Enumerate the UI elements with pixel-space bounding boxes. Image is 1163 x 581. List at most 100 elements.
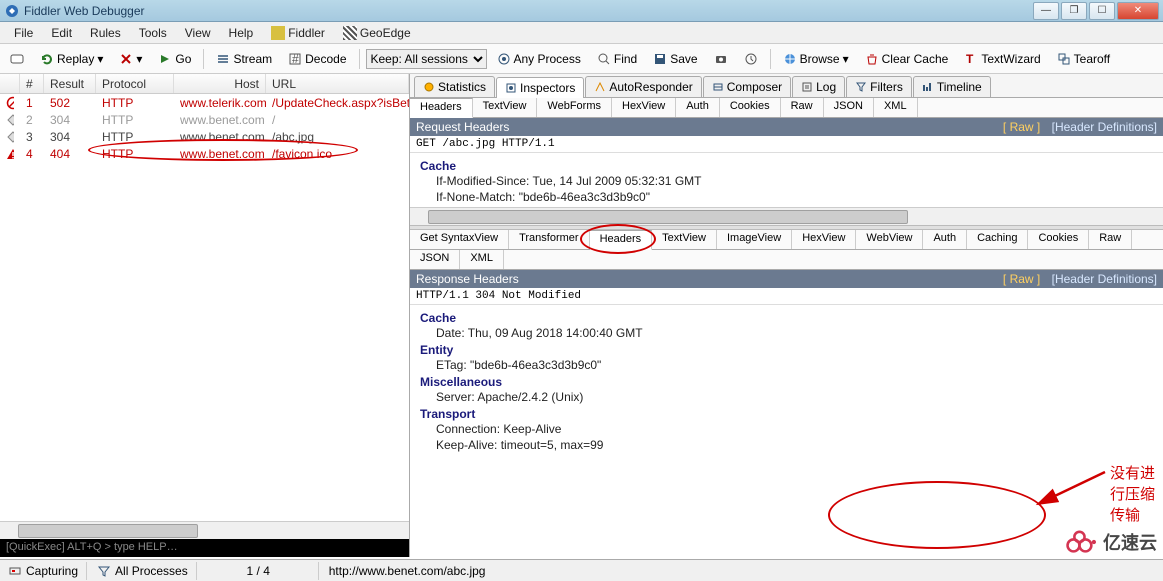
resptab-getsyntaxview[interactable]: Get SyntaxView bbox=[410, 230, 509, 249]
reqtab-cookies[interactable]: Cookies bbox=[720, 98, 781, 117]
cell-result: 304 bbox=[44, 130, 96, 144]
tab-filters[interactable]: Filters bbox=[846, 76, 912, 97]
target-icon bbox=[497, 52, 511, 66]
resptab-caching[interactable]: Caching bbox=[967, 230, 1028, 249]
resptab-json[interactable]: JSON bbox=[410, 250, 460, 269]
stream-icon bbox=[216, 52, 230, 66]
resptab-imageview[interactable]: ImageView bbox=[717, 230, 792, 249]
resptab-webview[interactable]: WebView bbox=[856, 230, 923, 249]
request-hscroll[interactable] bbox=[410, 207, 1163, 225]
menu-edit[interactable]: Edit bbox=[43, 24, 80, 42]
reqtab-raw[interactable]: Raw bbox=[781, 98, 824, 117]
maximize-button[interactable]: ☐ bbox=[1089, 2, 1115, 20]
scroll-thumb[interactable] bbox=[428, 210, 908, 224]
app-icon bbox=[4, 3, 20, 19]
menu-fiddler[interactable]: Fiddler bbox=[263, 24, 333, 42]
session-row[interactable]: 1502HTTPwww.telerik.com/UpdateCheck.aspx… bbox=[0, 94, 409, 111]
menu-help[interactable]: Help bbox=[221, 24, 262, 42]
cell-url: /favicon.ico bbox=[266, 147, 409, 161]
menu-rules[interactable]: Rules bbox=[82, 24, 129, 42]
reqtab-xml[interactable]: XML bbox=[874, 98, 918, 117]
request-headers-links: [ Raw ] [Header Definitions] bbox=[995, 120, 1157, 134]
cell-result: 404 bbox=[44, 147, 96, 161]
resptab-hexview[interactable]: HexView bbox=[792, 230, 856, 249]
session-row[interactable]: 2304HTTPwww.benet.com/ bbox=[0, 111, 409, 128]
fiddler-icon bbox=[271, 26, 285, 40]
menu-file[interactable]: File bbox=[6, 24, 41, 42]
statistics-icon bbox=[423, 81, 435, 93]
resptab-xml[interactable]: XML bbox=[460, 250, 504, 269]
resptab-auth[interactable]: Auth bbox=[923, 230, 967, 249]
reqtab-hexview[interactable]: HexView bbox=[612, 98, 676, 117]
col-icon[interactable] bbox=[0, 74, 20, 93]
menu-view[interactable]: View bbox=[177, 24, 219, 42]
response-line: HTTP/1.1 304 Not Modified bbox=[410, 288, 1163, 305]
close-button[interactable]: ✕ bbox=[1117, 2, 1159, 20]
resptab-headers[interactable]: Headers bbox=[590, 230, 653, 250]
session-row[interactable]: 4404HTTPwww.benet.com/favicon.ico bbox=[0, 145, 409, 162]
remove-button[interactable]: ▾ bbox=[113, 49, 148, 69]
menu-geoedge[interactable]: GeoEdge bbox=[335, 24, 419, 42]
reqtab-json[interactable]: JSON bbox=[824, 98, 874, 117]
tearoff-button[interactable]: Tearoff bbox=[1051, 49, 1116, 69]
quickexec[interactable]: [QuickExec] ALT+Q > type HELP… bbox=[0, 539, 409, 557]
autoresponder-icon bbox=[594, 81, 606, 93]
menu-tools[interactable]: Tools bbox=[131, 24, 175, 42]
tab-composer[interactable]: Composer bbox=[703, 76, 791, 97]
go-button[interactable]: Go bbox=[152, 49, 197, 69]
status-processes[interactable]: All Processes bbox=[89, 562, 197, 580]
scroll-thumb[interactable] bbox=[18, 524, 198, 538]
clear-cache-button[interactable]: Clear Cache bbox=[859, 49, 955, 69]
sessions-hscroll[interactable] bbox=[0, 521, 409, 539]
window-title: Fiddler Web Debugger bbox=[24, 4, 1033, 18]
tab-log[interactable]: Log bbox=[792, 76, 845, 97]
tab-autoresponder[interactable]: AutoResponder bbox=[585, 76, 701, 97]
request-headerdefs-link[interactable]: [Header Definitions] bbox=[1052, 120, 1157, 134]
browse-button[interactable]: Browse ▾ bbox=[777, 49, 855, 69]
resptab-transformer[interactable]: Transformer bbox=[509, 230, 590, 249]
any-process-button[interactable]: Any Process bbox=[491, 49, 587, 69]
request-raw-link[interactable]: [ Raw ] bbox=[1003, 120, 1040, 134]
screenshot-button[interactable] bbox=[708, 49, 734, 69]
keep-sessions-select[interactable]: Keep: All sessions bbox=[366, 49, 487, 69]
replay-button[interactable]: Replay ▾ bbox=[34, 49, 109, 69]
tab-label: Timeline bbox=[937, 80, 982, 94]
session-row[interactable]: 3304HTTPwww.benet.com/abc.jpg bbox=[0, 128, 409, 145]
col-protocol[interactable]: Protocol bbox=[96, 74, 174, 93]
title-bar: Fiddler Web Debugger — ❐ ☐ ✕ bbox=[0, 0, 1163, 22]
resptab-cookies[interactable]: Cookies bbox=[1028, 230, 1089, 249]
tab-label: Statistics bbox=[438, 80, 486, 94]
restore-button[interactable]: ❐ bbox=[1061, 2, 1087, 20]
find-button[interactable]: Find bbox=[591, 49, 643, 69]
save-button[interactable]: Save bbox=[647, 49, 703, 69]
decode-label: Decode bbox=[305, 52, 346, 66]
reqtab-textview[interactable]: TextView bbox=[473, 98, 538, 117]
stream-button[interactable]: Stream bbox=[210, 49, 278, 69]
minimize-button[interactable]: — bbox=[1033, 2, 1059, 20]
response-raw-link[interactable]: [ Raw ] bbox=[1003, 272, 1040, 286]
tab-statistics[interactable]: Statistics bbox=[414, 76, 495, 97]
col-num[interactable]: # bbox=[20, 74, 44, 93]
col-host[interactable]: Host bbox=[174, 74, 266, 93]
col-url[interactable]: URL bbox=[266, 74, 409, 93]
decode-button[interactable]: #Decode bbox=[282, 49, 352, 69]
header-line: Server: Apache/2.4.2 (Unix) bbox=[436, 389, 1153, 405]
response-headerdefs-link[interactable]: [Header Definitions] bbox=[1052, 272, 1157, 286]
comment-button[interactable] bbox=[4, 49, 30, 69]
reqtab-auth[interactable]: Auth bbox=[676, 98, 720, 117]
tab-timeline[interactable]: Timeline bbox=[913, 76, 991, 97]
col-result[interactable]: Result bbox=[44, 74, 96, 93]
status-capturing[interactable]: Capturing bbox=[0, 562, 87, 580]
reqtab-headers[interactable]: Headers bbox=[410, 98, 473, 118]
header-group: Cache bbox=[420, 311, 1153, 325]
timer-button[interactable] bbox=[738, 49, 764, 69]
resptab-raw[interactable]: Raw bbox=[1089, 230, 1132, 249]
clearcache-label: Clear Cache bbox=[882, 52, 949, 66]
tab-inspectors[interactable]: Inspectors bbox=[496, 77, 584, 98]
reqtab-webforms[interactable]: WebForms bbox=[537, 98, 612, 117]
response-headers-bar: Response Headers [ Raw ] [Header Definit… bbox=[410, 270, 1163, 288]
textwizard-button[interactable]: TTextWizard bbox=[958, 49, 1046, 69]
browse-label: Browse bbox=[800, 52, 840, 66]
resptab-textview[interactable]: TextView bbox=[652, 230, 717, 249]
response-subtabs-row1: Get SyntaxViewTransformerHeadersTextView… bbox=[410, 230, 1163, 250]
